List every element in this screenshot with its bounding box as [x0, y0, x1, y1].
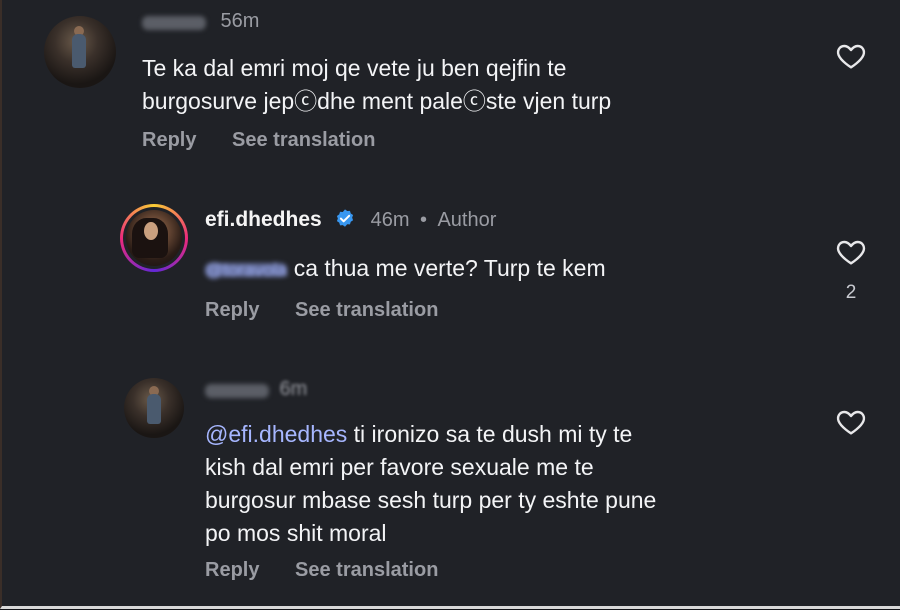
- see-translation-button[interactable]: See translation: [295, 299, 438, 321]
- comment-text-line: burgosurve jepⓒdhe ment paleⓒste vjen tu…: [142, 88, 612, 114]
- comment-text: Te ka dal emri moj qe vete ju ben qejfin…: [142, 52, 792, 118]
- timestamp: 56m: [220, 10, 260, 32]
- comment-actions: Reply See translation: [205, 299, 468, 322]
- author-avatar[interactable]: [120, 204, 188, 272]
- heart-icon[interactable]: [834, 40, 868, 72]
- comment-header: toravola 6m: [205, 378, 307, 401]
- comment-header: toravola 56m: [142, 10, 259, 33]
- comment-text-line: kish dal emri per favore sexuale me te: [205, 454, 594, 480]
- see-translation-button[interactable]: See translation: [232, 129, 375, 151]
- comment-text-line: po mos shit moral: [205, 520, 387, 546]
- reply-button[interactable]: Reply: [142, 129, 196, 151]
- user-avatar[interactable]: [44, 16, 116, 88]
- comment-body: ca thua me verte? Turp te kem: [293, 255, 606, 281]
- like-count: 2: [845, 282, 857, 303]
- heart-icon[interactable]: [834, 236, 868, 268]
- username-blurred[interactable]: toravola: [142, 15, 207, 30]
- comment-2: efi.dhedhes 46m • Author @toravola ca th…: [2, 190, 900, 340]
- verified-badge-icon: [334, 208, 356, 230]
- timestamp: 6m: [279, 378, 308, 400]
- heart-icon[interactable]: [834, 406, 868, 438]
- comment-text-line: Te ka dal emri moj qe vete ju ben qejfin…: [142, 55, 567, 81]
- reply-button[interactable]: Reply: [205, 299, 259, 321]
- comment-text: @toravola ca thua me verte? Turp te kem: [205, 252, 825, 285]
- comment-actions: Reply See translation: [205, 559, 468, 582]
- reply-button[interactable]: Reply: [205, 559, 259, 581]
- comment-actions: Reply See translation: [142, 129, 405, 152]
- username[interactable]: efi.dhedhes: [205, 208, 322, 231]
- comment-text-line: ti ironizo sa te dush mi ty te: [347, 421, 633, 447]
- author-label: Author: [437, 209, 497, 231]
- comment-3: toravola 6m @efi.dhedhes ti ironizo sa t…: [2, 360, 900, 600]
- user-avatar[interactable]: [124, 378, 184, 438]
- comment-text: @efi.dhedhes ti ironizo sa te dush mi ty…: [205, 418, 825, 550]
- comment-text-line: burgosur mbase sesh turp per ty eshte pu…: [205, 487, 657, 513]
- comments-panel: toravola 56m Te ka dal emri moj qe vete …: [0, 0, 900, 609]
- comment-header: efi.dhedhes 46m • Author: [205, 208, 496, 232]
- username-blurred[interactable]: toravola: [205, 383, 270, 398]
- separator-dot: •: [419, 209, 427, 231]
- timestamp: 46m: [370, 209, 410, 231]
- mention-link-blurred[interactable]: @toravola: [205, 261, 288, 279]
- see-translation-button[interactable]: See translation: [295, 559, 438, 581]
- mention-link[interactable]: @efi.dhedhes: [205, 421, 347, 447]
- comment-1: toravola 56m Te ka dal emri moj qe vete …: [2, 0, 900, 170]
